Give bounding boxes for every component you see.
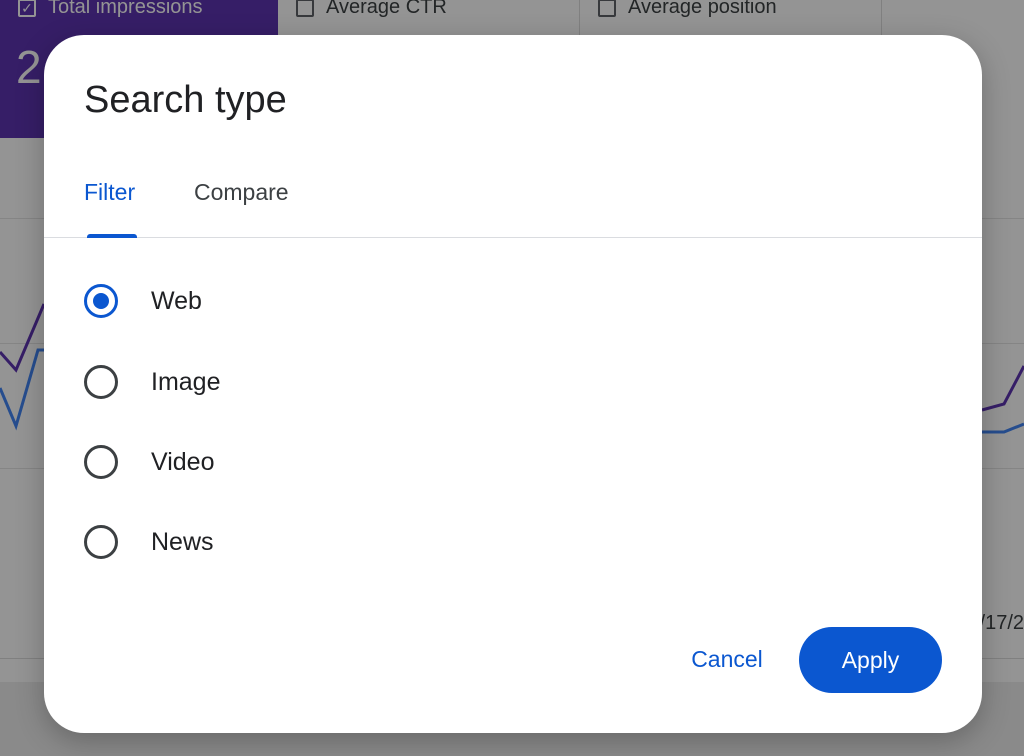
option-news[interactable]: News xyxy=(84,514,484,570)
cancel-button[interactable]: Cancel xyxy=(674,627,780,691)
dialog-tabs: Filter Compare xyxy=(44,173,982,238)
option-label: Video xyxy=(151,447,215,476)
radio-unchecked-icon[interactable] xyxy=(84,525,118,559)
active-tab-indicator xyxy=(87,234,137,238)
option-image[interactable]: Image xyxy=(84,354,484,410)
radio-unchecked-icon[interactable] xyxy=(84,365,118,399)
option-web[interactable]: Web xyxy=(84,273,484,329)
option-label: Image xyxy=(151,367,221,396)
radio-checked-icon[interactable] xyxy=(84,284,118,318)
option-video[interactable]: Video xyxy=(84,434,484,490)
search-type-dialog: Search type Filter Compare Web Image Vid… xyxy=(44,35,982,733)
radio-unchecked-icon[interactable] xyxy=(84,445,118,479)
tab-compare[interactable]: Compare xyxy=(194,179,289,206)
tab-filter[interactable]: Filter xyxy=(84,179,135,206)
apply-button[interactable]: Apply xyxy=(799,627,942,693)
option-label: Web xyxy=(151,286,202,315)
dialog-title: Search type xyxy=(84,79,287,121)
option-label: News xyxy=(151,527,214,556)
